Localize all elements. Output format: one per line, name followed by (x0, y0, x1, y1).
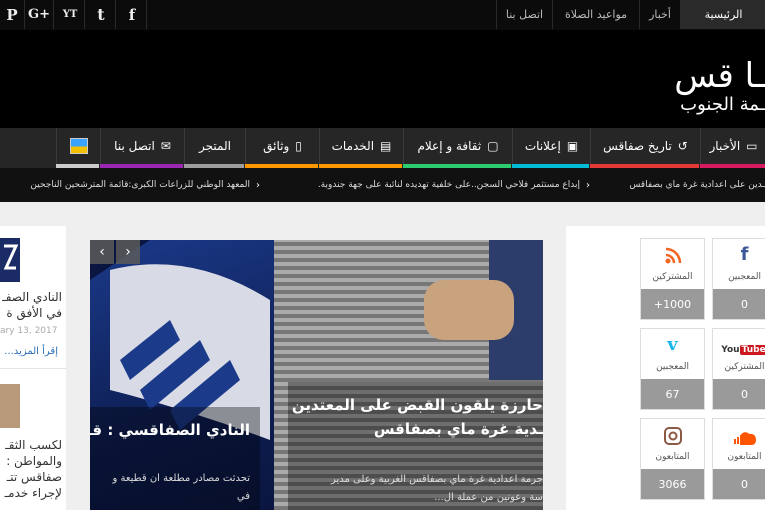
chevron-left-icon: ‹ (256, 179, 260, 191)
post-title-line[interactable]: صفاقس تتـ (0, 470, 62, 484)
nav-item-documents[interactable]: ▯ وثائق (245, 128, 319, 164)
nav-item-news[interactable]: ▭ الأخبار (700, 128, 765, 164)
counter-value: 3066 (641, 469, 704, 499)
counter-label: المعجبين (728, 272, 761, 282)
nav-item-label: إعلانات (524, 139, 561, 153)
pinterest-icon[interactable]: P (0, 0, 25, 29)
nav-item-label: ثقافة و إعلام (417, 139, 482, 153)
counter-value: 0 (713, 469, 765, 499)
nav-item-culture[interactable]: ▢ ثقافة و إعلام (403, 128, 512, 164)
photo-detail (424, 280, 514, 340)
nav-item-store[interactable]: المتجر (184, 128, 245, 164)
logo-subtitle: ـمة الجنوب (680, 94, 765, 115)
top-bar: P G+ YT t f الرئيسية أخبار مواعيد الصلاة… (0, 0, 765, 31)
topnav-prayer-times[interactable]: مواعيد الصلاة (552, 0, 639, 29)
nav-item-contact[interactable]: ✉ اتصل بنا (100, 128, 184, 164)
post-title[interactable]: النادي الصفـ (0, 290, 62, 304)
counter-label: المشتركين (724, 362, 765, 372)
ticker-item[interactable]: ـدين على اعدادية غرة ماي بصفاقس (600, 168, 765, 202)
topnav-home[interactable]: الرئيسية (680, 0, 765, 29)
facebook-icon: f (740, 244, 749, 265)
nav-item-label: المتجر (199, 139, 231, 153)
document-icon: ▯ (295, 139, 302, 153)
logo-title: ـا قس (674, 56, 765, 96)
ticker-text: ـدين على اعدادية غرة ماي بصفاقس (629, 180, 765, 190)
main-nav: ▭ الأخبار ↺ تاريخ صفاقس ▣ إعلانات ▢ ثقافة و … (0, 128, 765, 168)
nav-item-label: الأخبار (709, 139, 741, 153)
twitter-icon[interactable]: t (87, 0, 116, 29)
vimeo-icon: v (667, 334, 678, 355)
counter-value: 0 (713, 289, 765, 319)
news-ticker: ـدين على اعدادية غرة ماي بصفاقس ‹ إبداع م… (0, 168, 765, 202)
post-title-line[interactable]: لإجراء خدمـ (0, 486, 62, 500)
slide-title[interactable]: حارزة يلقون القبض على المعتدين (288, 396, 543, 414)
nav-item-services[interactable]: ▤ الخدمات (319, 128, 403, 164)
facebook-counter[interactable]: f المعجبين 0 (712, 238, 765, 320)
facebook-icon[interactable]: f (118, 0, 147, 29)
topnav-contact[interactable]: اتصل بنا (496, 0, 552, 29)
picture-icon (69, 138, 88, 154)
post-date: ary 13, 2017 (0, 326, 58, 336)
vimeo-counter[interactable]: v المعجبين 67 (640, 328, 705, 410)
instagram-icon (641, 419, 704, 445)
nav-item-label: الخدمات (331, 139, 375, 153)
google-plus-icon[interactable]: G+ (25, 0, 54, 29)
youtube-counter[interactable]: You Tube المشتركين 0 (712, 328, 765, 410)
mail-icon: ✉ (160, 139, 171, 153)
slide-caption: حارزة يلقون القبض على المعتدين ـدية غرة … (288, 382, 543, 510)
ticker-item[interactable]: ‹ إبداع مستثمر فلاحي السجن..على خلفية تهد… (280, 168, 590, 202)
counter-label: المشتركين (652, 272, 693, 282)
post-title-line[interactable]: في الأفق ة (0, 306, 62, 320)
counter-value: 0 (713, 379, 765, 409)
nav-item-image[interactable] (56, 128, 100, 164)
chevron-left-icon: ‹ (586, 179, 590, 191)
slide-title-line[interactable]: ـدية غرة ماي بصفاقس (288, 420, 543, 438)
counter-value: 67 (641, 379, 704, 409)
slide-excerpt: في (236, 491, 250, 502)
ticker-text: إبداع مستثمر فلاحي السجن..على خلفية تهدي… (317, 180, 580, 190)
nav-item-label: تاريخ صفاقس (603, 139, 672, 153)
read-more-link[interactable]: إقرأ المزيد... (0, 346, 58, 357)
instagram-counter[interactable]: المتابعون 3066 (640, 418, 705, 500)
featured-slider: ‹ › النادي الصفاقسي : قـ تحدثت مصادر مطل… (90, 240, 543, 510)
tv-icon: ▢ (487, 139, 499, 153)
counter-label: المتابعون (727, 452, 762, 462)
nav-item-ads[interactable]: ▣ إعلانات (512, 128, 590, 164)
divider (0, 368, 66, 369)
counter-label: المعجبين (656, 362, 689, 372)
topnav-news[interactable]: أخبار (639, 0, 680, 29)
youtube-icon[interactable]: YT (56, 0, 85, 29)
site-header: ـا قس ـمة الجنوب (0, 30, 765, 128)
counter-value: +1000 (641, 289, 704, 319)
youtube-icon: You Tube (713, 329, 765, 355)
toolbox-icon: ▤ (380, 139, 392, 153)
soundcloud-icon (713, 419, 765, 445)
social-counters-panel: f المعجبين 0 المشتركين +1000 You Tube الم… (566, 226, 765, 510)
nav-item-label: وثائق (263, 139, 290, 153)
ticker-item[interactable]: ‹ المعهد الوطني للزراعات الكبرى:قائمة الم… (0, 168, 260, 202)
nav-item-history[interactable]: ↺ تاريخ صفاقس (590, 128, 700, 164)
post-title-line[interactable]: والمواطن : (0, 454, 62, 468)
slide-title[interactable]: النادي الصفاقسي : قـ (90, 421, 250, 439)
briefcase-icon: ▣ (566, 139, 579, 153)
nav-item-label: اتصل بنا (114, 139, 155, 153)
post-thumbnail[interactable] (0, 384, 20, 428)
slide-excerpt: تحدثت مصادر مطلعة أن قطيعة و (112, 473, 250, 484)
post-thumbnail[interactable] (0, 238, 20, 282)
slider-prev-icon[interactable]: ‹ (90, 240, 114, 264)
slide-caption: النادي الصفاقسي : قـ تحدثت مصادر مطلعة أ… (90, 407, 260, 510)
counter-label: المتابعون (655, 452, 690, 462)
rss-icon (641, 239, 704, 265)
slide-excerpt: سة وعونين من عملة ال... (434, 492, 543, 503)
ticker-text: المعهد الوطني للزراعات الكبرى:قائمة المت… (30, 180, 250, 190)
post-title[interactable]: لكسب الثقـ (0, 438, 62, 452)
soundcloud-counter[interactable]: المتابعون 0 (712, 418, 765, 500)
slide-excerpt: جرمة اعدادية غرة ماي بصفاقس الغربية وعلى… (330, 474, 543, 485)
slider-next-icon[interactable]: › (116, 240, 140, 264)
site-logo[interactable]: ـا قس ـمة الجنوب (655, 58, 765, 118)
news-icon: ▭ (746, 139, 758, 153)
left-posts-panel: النادي الصفـ في الأفق ة ary 13, 2017 إقر… (0, 226, 66, 510)
history-icon: ↺ (677, 139, 688, 153)
rss-counter[interactable]: المشتركين +1000 (640, 238, 705, 320)
